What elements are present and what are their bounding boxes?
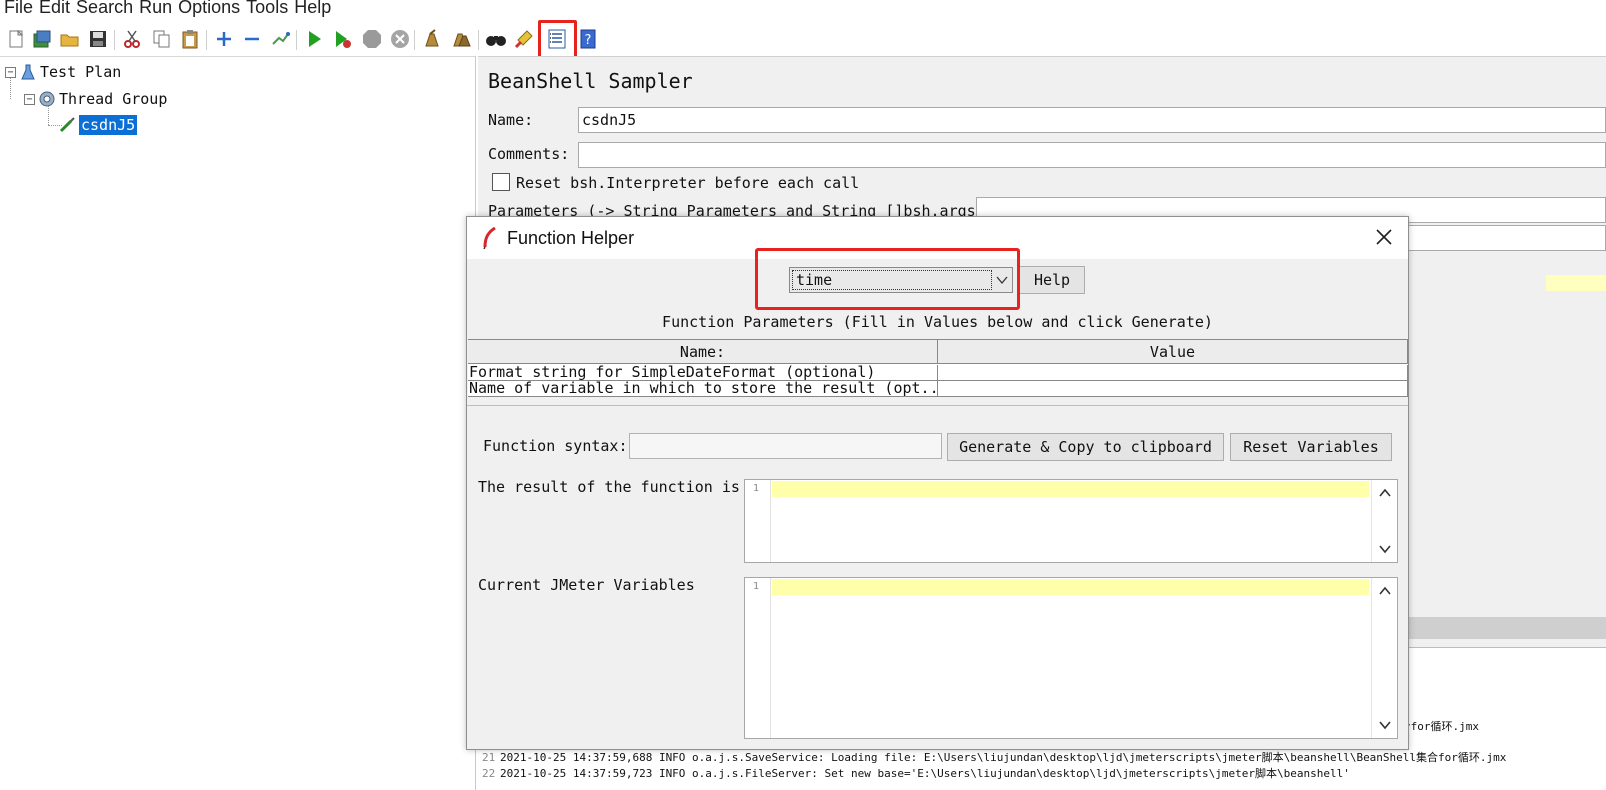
expand-icon[interactable] xyxy=(212,27,236,51)
select-highlight xyxy=(755,248,1020,310)
test-plan-tree: − Test Plan − Thread Group csdnJ5 xyxy=(0,56,476,790)
toolbar: ? xyxy=(0,24,1606,56)
panel-divider xyxy=(1408,617,1606,639)
script-file-field[interactable] xyxy=(1408,225,1606,251)
menu-help[interactable]: Help xyxy=(294,0,337,18)
tree-item-label: Thread Group xyxy=(59,90,168,108)
clear-icon[interactable] xyxy=(420,27,444,51)
function-syntax-field[interactable] xyxy=(629,433,942,459)
vertical-scrollbar[interactable] xyxy=(1371,480,1397,562)
result-textarea[interactable]: 1 xyxy=(744,479,1398,563)
column-header-name[interactable]: Name: xyxy=(468,340,938,364)
tree-item-test-plan[interactable]: − Test Plan xyxy=(5,63,121,81)
menu-options[interactable]: Options xyxy=(178,0,246,18)
menu-search[interactable]: Search xyxy=(76,0,139,18)
close-icon[interactable] xyxy=(1374,227,1394,247)
function-helper-dialog: Function Helper time Help Function Param… xyxy=(466,216,1409,750)
collapse-toggle-icon[interactable]: − xyxy=(5,66,16,78)
page-title: BeanShell Sampler xyxy=(488,69,693,93)
toggle-icon[interactable] xyxy=(268,27,292,51)
save-icon[interactable] xyxy=(86,27,110,51)
templates-icon[interactable] xyxy=(30,27,54,51)
chevron-down-icon[interactable] xyxy=(1378,544,1392,554)
current-line-highlight xyxy=(772,481,1369,497)
script-line-highlight xyxy=(1546,275,1606,291)
line-gutter: 1 xyxy=(745,480,771,562)
chevron-up-icon[interactable] xyxy=(1378,488,1392,498)
collapse-icon[interactable] xyxy=(240,27,264,51)
tree-item-thread-group[interactable]: − Thread Group xyxy=(24,90,167,108)
feather-icon xyxy=(483,227,496,249)
menu-file[interactable]: File xyxy=(4,0,39,18)
help-button[interactable]: Help xyxy=(1019,266,1085,294)
open-icon[interactable] xyxy=(58,27,82,51)
name-label: Name: xyxy=(488,111,534,129)
menu-bar: File Edit Search Run Options Tools Help xyxy=(0,0,1606,18)
chevron-down-icon[interactable] xyxy=(1378,720,1392,730)
variables-label: Current JMeter Variables xyxy=(478,576,695,594)
divider xyxy=(467,405,1408,406)
clear-all-icon[interactable] xyxy=(450,27,474,51)
line-gutter: 1 xyxy=(745,578,771,738)
thread-group-icon xyxy=(38,90,56,108)
collapse-toggle-icon[interactable]: − xyxy=(24,93,35,105)
reset-variables-button[interactable]: Reset Variables xyxy=(1230,433,1392,461)
svg-text:?: ? xyxy=(585,33,592,48)
comments-label: Comments: xyxy=(488,145,570,163)
copy-icon[interactable] xyxy=(150,27,174,51)
paste-icon[interactable] xyxy=(178,27,202,51)
reset-search-icon[interactable] xyxy=(512,27,536,51)
cut-icon[interactable] xyxy=(120,27,144,51)
column-header-value[interactable]: Value xyxy=(938,340,1408,364)
shutdown-icon[interactable] xyxy=(388,27,412,51)
comments-field[interactable] xyxy=(578,142,1606,168)
tree-item-label: csdnJ5 xyxy=(79,115,138,135)
menu-edit[interactable]: Edit xyxy=(39,0,76,18)
result-label: The result of the function is xyxy=(478,478,740,496)
sampler-icon xyxy=(58,116,76,134)
help-icon[interactable]: ? xyxy=(576,27,600,51)
param-name-cell: Name of variable in which to store the r… xyxy=(468,381,938,397)
tree-item-csdnj5[interactable]: csdnJ5 xyxy=(58,115,138,135)
start-no-pauses-icon[interactable] xyxy=(330,27,354,51)
new-icon[interactable] xyxy=(4,27,28,51)
reset-interpreter-checkbox[interactable] xyxy=(492,173,510,191)
log-line: 22 2021-10-25 14:37:59,723 INFO o.a.j.s.F… xyxy=(482,767,1350,780)
dialog-title: Function Helper xyxy=(507,227,635,248)
parameters-table: Name: Value Format string for SimpleDate… xyxy=(468,339,1408,397)
search-icon[interactable] xyxy=(484,27,508,51)
log-line: 21 2021-10-25 14:37:59,688 INFO o.a.j.s.S… xyxy=(482,751,1507,764)
param-name-cell: Format string for SimpleDateFormat (opti… xyxy=(468,365,938,381)
function-syntax-label: Function syntax: xyxy=(483,437,628,455)
current-line-highlight xyxy=(772,579,1369,595)
param-value-cell[interactable] xyxy=(938,365,1408,381)
variables-textarea[interactable]: 1 xyxy=(744,577,1398,739)
test-plan-icon xyxy=(19,63,37,81)
start-icon[interactable] xyxy=(302,27,326,51)
vertical-scrollbar[interactable] xyxy=(1371,578,1397,738)
generate-copy-button[interactable]: Generate & Copy to clipboard xyxy=(947,433,1224,461)
name-field[interactable]: csdnJ5 xyxy=(578,107,1606,133)
tree-item-label: Test Plan xyxy=(40,63,122,81)
chevron-up-icon[interactable] xyxy=(1378,586,1392,596)
menu-tools[interactable]: Tools xyxy=(246,0,294,18)
stop-icon[interactable] xyxy=(360,27,384,51)
reset-interpreter-label: Reset bsh.Interpreter before each call xyxy=(516,174,860,192)
menu-run[interactable]: Run xyxy=(139,0,178,18)
param-value-cell[interactable] xyxy=(938,381,1408,397)
parameters-caption: Function Parameters (Fill in Values belo… xyxy=(662,313,1213,331)
